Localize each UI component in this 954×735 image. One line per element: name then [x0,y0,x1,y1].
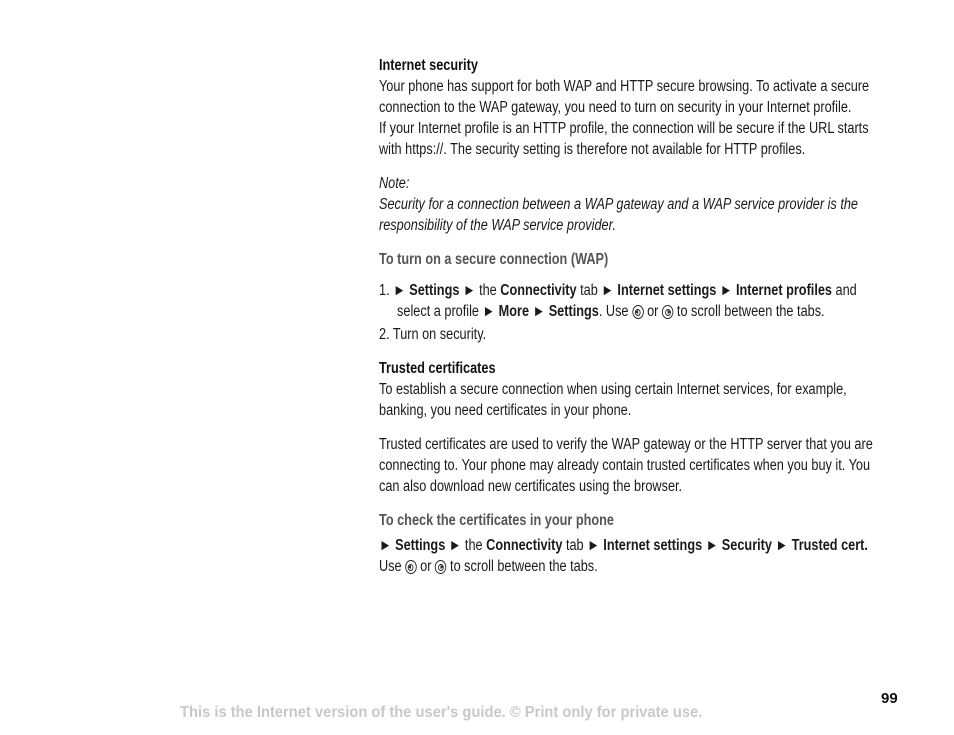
text: . Use [598,303,629,320]
menu-settings: Settings [548,303,599,320]
note-line: responsibility of the WAP service provid… [379,217,616,234]
nav-right-key-icon [661,305,674,319]
menu-internet-settings: Internet settings [617,282,717,299]
text: select a profile [397,303,480,320]
text: to scroll between the tabs. [450,558,598,575]
paragraph-line: Your phone has support for both WAP and … [379,78,870,95]
arrow-icon: ► [448,537,462,554]
text: the [464,537,483,554]
text: or [420,558,432,575]
menu-connectivity: Connectivity [486,537,563,554]
text: or [647,303,659,320]
nav-left-key-icon [632,305,644,319]
arrow-icon: ► [393,282,406,299]
text: to scroll between the tabs. [676,303,825,320]
paragraph-line: If your Internet profile is an HTTP prof… [379,120,869,137]
text: and [835,282,857,299]
page-content: Internet security Your phone has support… [379,55,919,577]
step-number: 1. [379,282,390,299]
paragraph-line: connection to the WAP gateway, you need … [379,99,852,116]
procedure-step-2: 2. Turn on security. [379,324,904,345]
paragraph-line: banking, you need certificates in your p… [379,402,632,419]
arrow-icon: ► [482,303,496,320]
procedure-path-cont: Use or to scroll between the tabs. [379,556,904,577]
text: Turn on security. [392,326,487,343]
arrow-icon: ► [379,537,392,554]
arrow-icon: ► [775,537,789,554]
menu-more: More [498,303,530,320]
procedure-path: ► Settings ► the Connectivity tab ► Inte… [379,535,904,556]
paragraph-line: To establish a secure connection when us… [379,381,847,398]
paragraph-line: connecting to. Your phone may already co… [379,457,871,474]
menu-internet-profiles: Internet profiles [735,282,833,299]
page-number: 99 [881,690,898,707]
procedure-step-1: 1. ► Settings ► the Connectivity tab ► I… [379,280,904,301]
nav-right-key-icon [435,560,447,574]
note-line: Security for a connection between a WAP … [379,196,858,213]
text: tab [580,282,598,299]
paragraph-line: Trusted certificates are used to verify … [379,436,873,453]
nav-left-key-icon [405,560,417,574]
menu-connectivity: Connectivity [500,282,577,299]
arrow-icon: ► [532,303,546,320]
heading-trusted-certificates: Trusted certificates [379,360,496,377]
arrow-icon: ► [719,282,733,299]
heading-internet-security: Internet security [379,57,478,74]
procedure-heading: To check the certificates in your phone [379,512,614,529]
procedure-step-1-cont: select a profile ► More ► Settings. Use … [379,301,922,322]
paragraph-line: with https://. The security setting is t… [379,141,806,158]
menu-settings: Settings [395,537,446,554]
menu-internet-settings: Internet settings [603,537,703,554]
paragraph-line: can also download new certificates using… [379,478,683,495]
procedure-heading: To turn on a secure connection (WAP) [379,251,609,268]
arrow-icon: ► [601,282,614,299]
arrow-icon: ► [462,282,476,299]
arrow-icon: ► [587,537,600,554]
arrow-icon: ► [705,537,719,554]
text: the [479,282,497,299]
menu-settings: Settings [409,282,460,299]
step-number: 2. [379,326,390,343]
text: Use [379,558,402,575]
menu-security: Security [721,537,772,554]
menu-trusted-cert: Trusted cert. [791,537,868,554]
footer-disclaimer: This is the Internet version of the user… [180,704,703,721]
note-label: Note: [379,175,410,192]
text: tab [565,537,584,554]
